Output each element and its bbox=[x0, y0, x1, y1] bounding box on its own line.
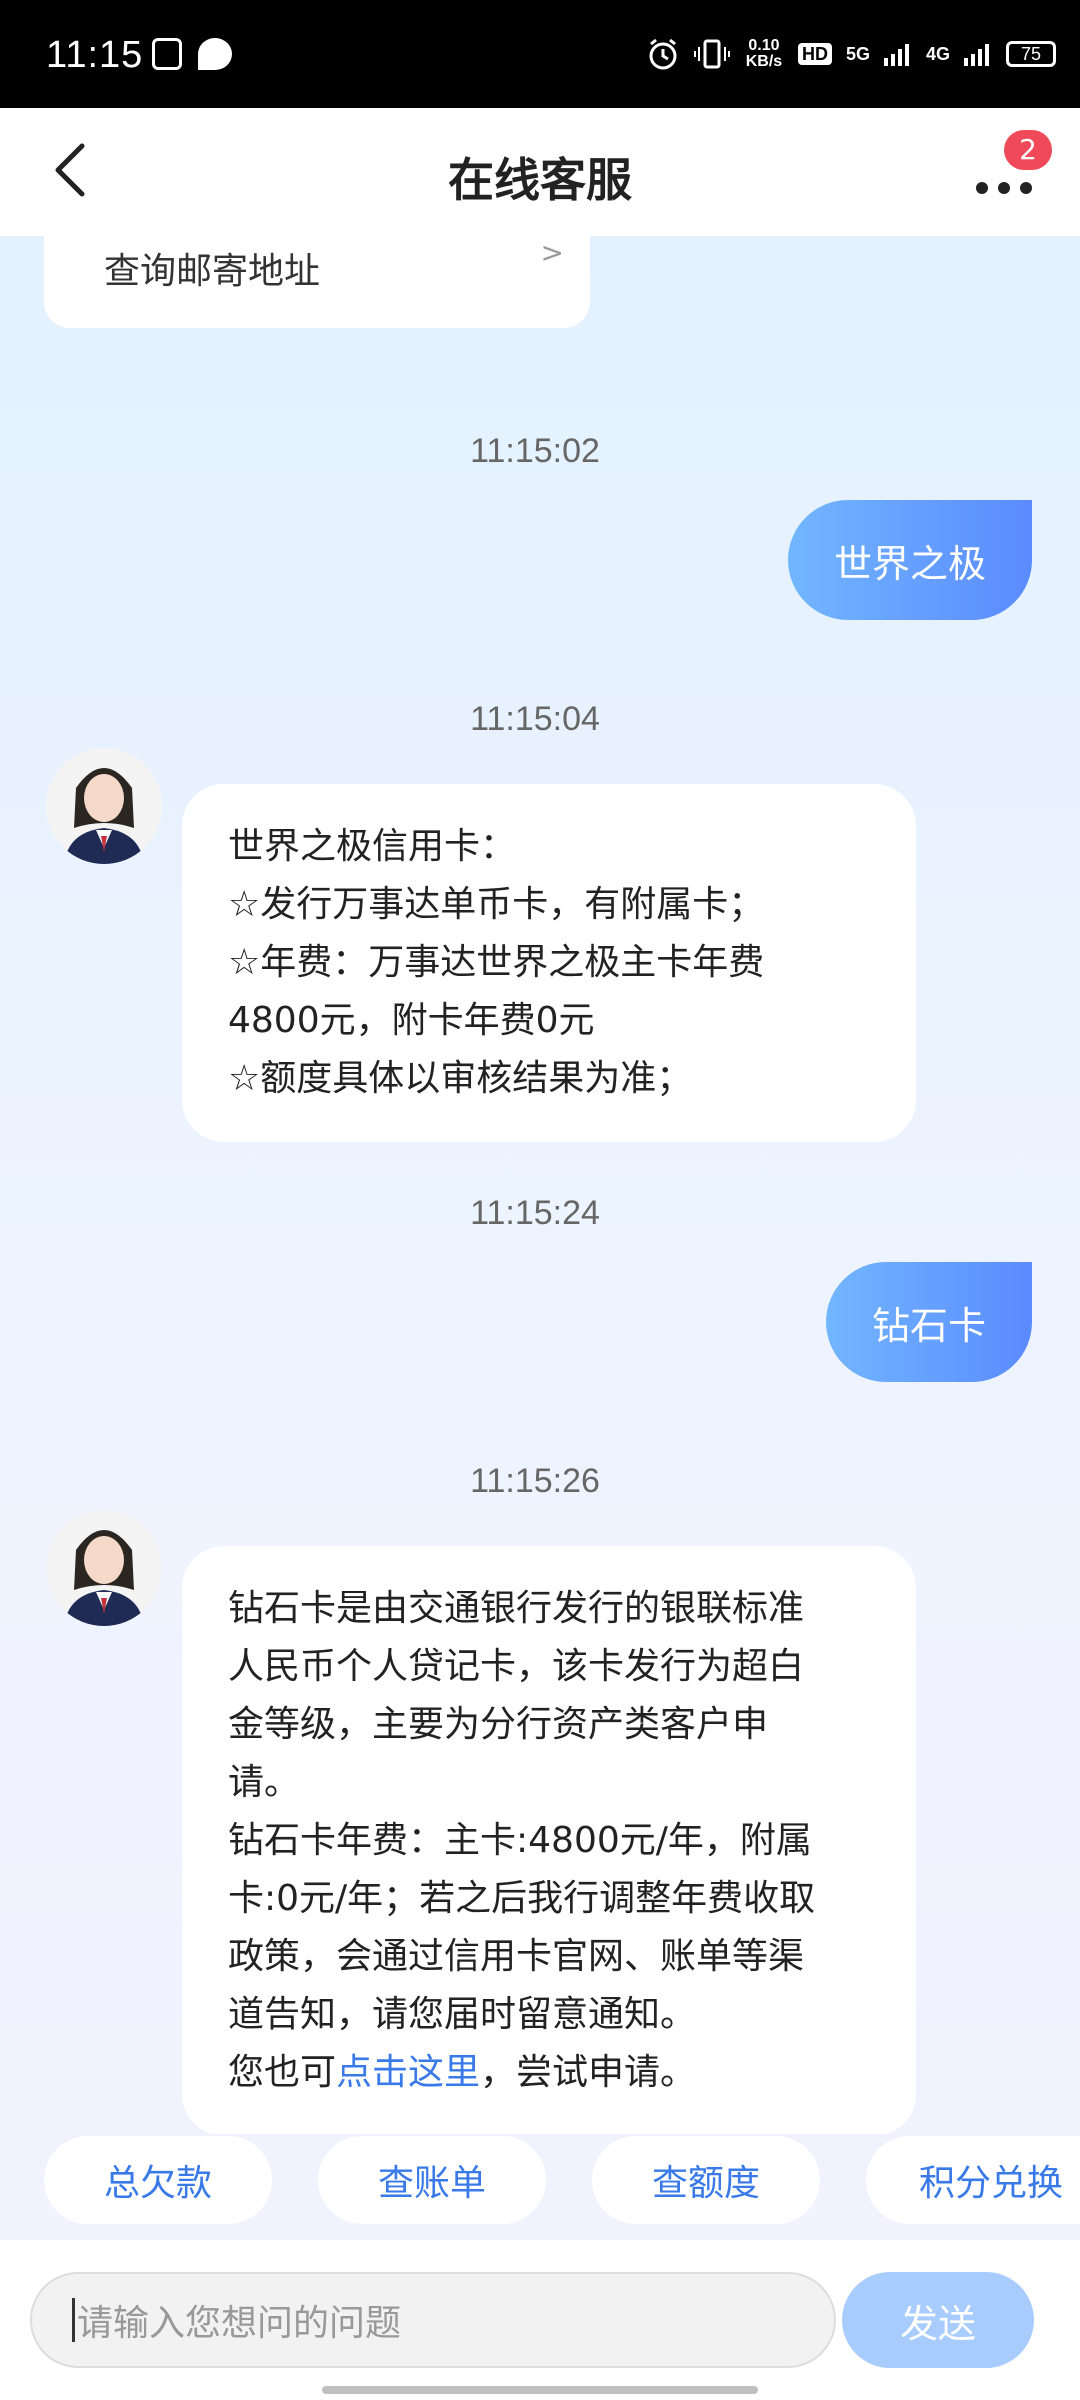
more-options-button[interactable]: 2 bbox=[972, 130, 1052, 204]
quick-actions-bar[interactable]: 总欠款 查账单 查额度 积分兑换 bbox=[0, 2134, 1080, 2244]
signal-bars-icon bbox=[883, 44, 909, 66]
app-header: 在线客服 2 bbox=[0, 108, 1080, 236]
message-line: 钻石卡是由交通银行发行的银联标准 bbox=[228, 1588, 805, 1629]
send-button[interactable]: 发送 bbox=[842, 2272, 1034, 2368]
chip-check-limit[interactable]: 查额度 bbox=[592, 2136, 820, 2224]
message-line: 金等级，主要为分行资产类客户申 bbox=[228, 1704, 769, 1745]
menu-card-item: 查询邮寄地址 bbox=[104, 251, 321, 292]
notification-badge: 2 bbox=[1004, 130, 1052, 170]
home-indicator[interactable] bbox=[322, 2386, 758, 2394]
screenshot-app-icon bbox=[152, 38, 182, 70]
message-line: 人民币个人贷记卡，该卡发行为超白 bbox=[228, 1646, 805, 1687]
user-message[interactable]: 钻石卡 bbox=[825, 1262, 1032, 1382]
agent-avatar bbox=[46, 748, 162, 864]
message-line: 卡:0元/年；若之后我行调整年费收取 bbox=[228, 1878, 816, 1919]
battery-icon: 75 bbox=[1006, 41, 1056, 67]
status-bar: 11:15 0.10 KB/s HD 5G 4G 75 bbox=[0, 0, 1080, 108]
agent-avatar bbox=[46, 1510, 162, 1626]
battery-level: 75 bbox=[1020, 43, 1042, 64]
chevron-right-icon: > bbox=[540, 236, 564, 269]
message-line: 您也可点击这里，尝试申请。 bbox=[228, 2044, 870, 2102]
signal-4g: 4G bbox=[925, 44, 950, 64]
chip-total-debt[interactable]: 总欠款 bbox=[44, 2136, 272, 2224]
message-line: 政策，会通过信用卡官网、账单等渠 bbox=[228, 1936, 805, 1977]
input-placeholder: 请输入您想问的问题 bbox=[77, 2303, 402, 2344]
menu-card-partial[interactable]: 查询邮寄地址 > bbox=[44, 236, 590, 328]
message-line: 钻石卡年费：主卡:4800元/年，附属 bbox=[228, 1820, 812, 1861]
chat-area[interactable]: 查询邮寄地址 > 11:15:02 世界之极 11:15:04 世界之极信用卡：… bbox=[0, 236, 1080, 2134]
message-line: 请。 bbox=[228, 1762, 301, 1803]
more-dots-icon bbox=[976, 182, 1032, 194]
message-line: 世界之极信用卡： bbox=[228, 826, 517, 867]
timestamp: 11:15:04 bbox=[470, 700, 600, 738]
status-right-cluster: 0.10 KB/s HD 5G 4G 75 bbox=[646, 30, 1056, 78]
message-line: ☆额度具体以审核结果为准； bbox=[228, 1058, 693, 1099]
signal-bars-icon-2 bbox=[964, 44, 989, 66]
line-suffix: ，尝试申请。 bbox=[480, 2052, 697, 2093]
timestamp: 11:15:02 bbox=[470, 432, 600, 470]
net-speed: 0.10 KB/s bbox=[745, 37, 783, 70]
signal-5g: 5G bbox=[845, 44, 870, 64]
timestamp: 11:15:24 bbox=[470, 1194, 600, 1232]
alarm-icon bbox=[649, 38, 677, 70]
apply-link[interactable]: 点击这里 bbox=[336, 2052, 480, 2093]
chip-check-bill[interactable]: 查账单 bbox=[318, 2136, 546, 2224]
status-time: 11:15 bbox=[46, 34, 144, 76]
chip-points-redeem[interactable]: 积分兑换 bbox=[866, 2136, 1080, 2224]
vibrate-icon bbox=[693, 39, 730, 69]
text-cursor bbox=[72, 2298, 75, 2342]
message-line: ☆发行万事达单币卡，有附属卡； bbox=[228, 884, 765, 925]
page-title: 在线客服 bbox=[448, 153, 632, 207]
message-line: 道告知，请您届时留意通知。 bbox=[228, 1994, 697, 2035]
input-bar: 请输入您想问的问题 发送 bbox=[0, 2240, 1080, 2400]
line-prefix: 您也可 bbox=[228, 2052, 337, 2093]
message-line: ☆年费：万事达世界之极主卡年费 bbox=[228, 942, 765, 983]
timestamp: 11:15:26 bbox=[470, 1462, 600, 1500]
agent-message: 世界之极信用卡： ☆发行万事达单币卡，有附属卡； ☆年费：万事达世界之极主卡年费… bbox=[182, 784, 916, 1142]
message-line: 4800元，附卡年费0元 bbox=[228, 1000, 595, 1041]
user-message[interactable]: 世界之极 bbox=[787, 500, 1032, 620]
hd-indicator: HD bbox=[797, 43, 832, 65]
message-input[interactable]: 请输入您想问的问题 bbox=[30, 2272, 836, 2368]
agent-message: 钻石卡是由交通银行发行的银联标准 人民币个人贷记卡，该卡发行为超白 金等级，主要… bbox=[182, 1546, 916, 2134]
message-notification-icon bbox=[198, 38, 232, 70]
